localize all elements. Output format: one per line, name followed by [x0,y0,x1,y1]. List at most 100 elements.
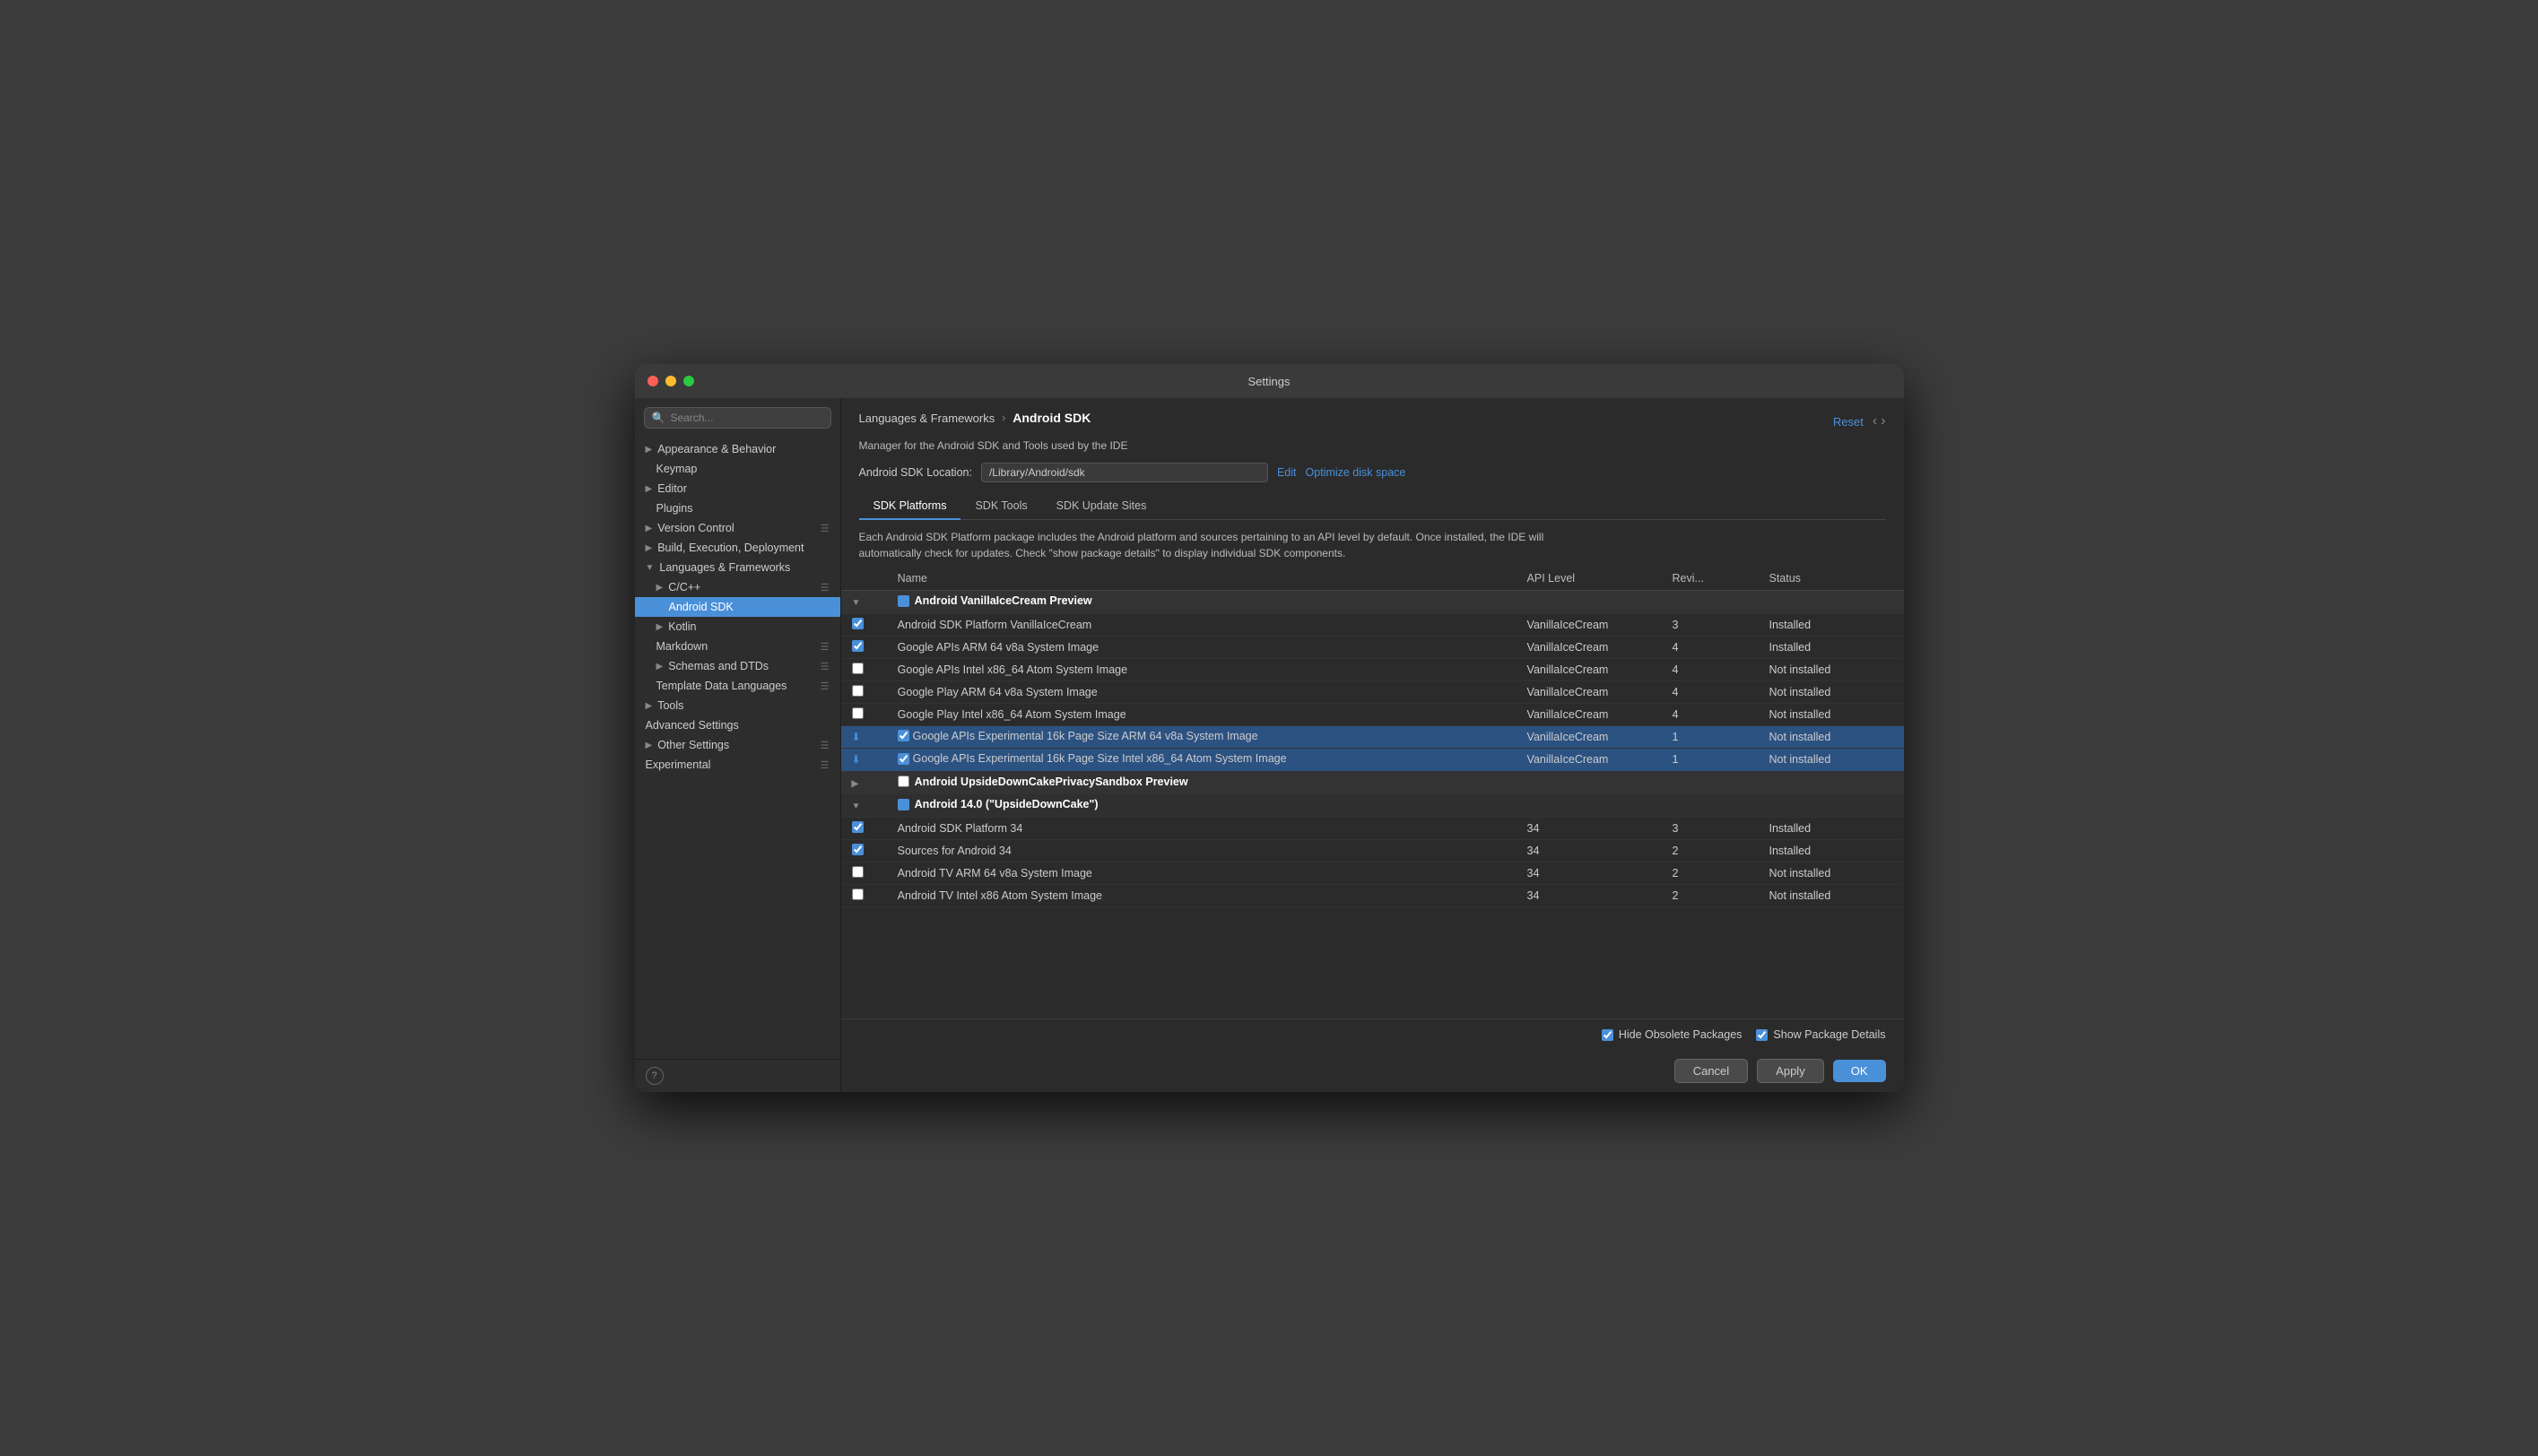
expand-cell[interactable]: ▼ [841,591,887,614]
chevron-right-icon: ▶ [646,484,653,494]
sdk-checkbox[interactable] [852,707,864,719]
sdk-checkbox[interactable] [852,844,864,855]
item-name: Google Play Intel x86_64 Atom System Ima… [887,703,1517,725]
sdk-location-input[interactable] [981,463,1268,482]
item-status: Installed [1758,817,1903,839]
sdk-checkbox[interactable] [852,640,864,652]
sidebar-item-appearance[interactable]: ▶ Appearance & Behavior [635,439,840,459]
sidebar-item-kotlin[interactable]: ▶ Kotlin [635,617,840,637]
checkbox-cell[interactable] [841,613,887,636]
search-input[interactable] [670,412,822,424]
sidebar-item-plugins[interactable]: Plugins [635,498,840,518]
sidebar-item-cpp[interactable]: ▶ C/C++ ☰ [635,577,840,597]
col-name-header[interactable]: Name [887,567,1517,591]
sidebar-item-android-sdk[interactable]: Android SDK [635,597,840,617]
sidebar-item-build[interactable]: ▶ Build, Execution, Deployment [635,538,840,558]
expand-cell[interactable]: ▶ [841,771,887,794]
item-name: Android TV Intel x86 Atom System Image [887,884,1517,906]
sdk-checkbox[interactable] [852,821,864,833]
checkbox-cell[interactable] [841,658,887,680]
col-rev-header[interactable]: Revi... [1662,567,1759,591]
checkbox-cell[interactable] [841,817,887,839]
search-box[interactable]: 🔍 [644,407,831,429]
item-rev: 4 [1662,703,1759,725]
forward-button[interactable]: › [1881,413,1885,429]
col-api-header[interactable]: API Level [1517,567,1662,591]
item-api: 34 [1517,862,1662,884]
tab-sdk-tools[interactable]: SDK Tools [960,493,1041,520]
sdk-checkbox[interactable] [852,685,864,697]
checkbox-cell[interactable] [841,839,887,862]
show-details-label[interactable]: Show Package Details [1756,1028,1885,1041]
sidebar-item-label: Build, Execution, Deployment [657,542,804,554]
sidebar-item-languages[interactable]: ▼ Languages & Frameworks [635,558,840,577]
sidebar-item-version-control[interactable]: ▶ Version Control ☰ [635,518,840,538]
expand-cell[interactable]: ▼ [841,794,887,818]
bottom-buttons: Cancel Apply OK [841,1050,1904,1092]
sidebar-item-experimental[interactable]: Experimental ☰ [635,755,840,775]
optimize-button[interactable]: Optimize disk space [1306,466,1406,479]
mixed-checkbox-icon[interactable] [898,595,909,607]
sdk-checkbox[interactable] [898,730,909,741]
reset-button[interactable]: Reset [1833,415,1864,429]
tab-sdk-platforms[interactable]: SDK Platforms [859,493,961,520]
sdk-checkbox[interactable] [852,618,864,629]
hide-obsolete-checkbox[interactable] [1602,1029,1613,1041]
sidebar-item-other[interactable]: ▶ Other Settings ☰ [635,735,840,755]
sidebar-item-editor[interactable]: ▶ Editor [635,479,840,498]
item-name: Google Play ARM 64 v8a System Image [887,680,1517,703]
ok-button[interactable]: OK [1833,1060,1886,1082]
close-button[interactable] [648,376,658,386]
sidebar: 🔍 ▶ Appearance & Behavior Keymap ▶ Edito… [635,398,841,1092]
tabs-row: SDK Platforms SDK Tools SDK Update Sites [859,493,1886,520]
show-details-checkbox[interactable] [1756,1029,1768,1041]
header-top-row: Languages & Frameworks › Android SDK Res… [859,411,1886,432]
help-button[interactable]: ? [646,1067,664,1085]
sdk-checkbox[interactable] [898,776,909,787]
item-rev: 2 [1662,862,1759,884]
hide-obsolete-label[interactable]: Hide Obsolete Packages [1602,1028,1743,1041]
sdk-checkbox[interactable] [852,663,864,674]
checkbox-cell[interactable]: ⬇ [841,725,887,749]
mixed-checkbox-icon[interactable] [898,799,909,810]
minimize-button[interactable] [665,376,676,386]
cancel-button[interactable]: Cancel [1674,1059,1748,1083]
sidebar-item-keymap[interactable]: Keymap [635,459,840,479]
sidebar-item-advanced[interactable]: Advanced Settings [635,715,840,735]
expand-icon[interactable]: ▶ [852,779,859,789]
settings-icon: ☰ [821,680,830,692]
sidebar-item-tools[interactable]: ▶ Tools [635,696,840,715]
checkbox-cell[interactable] [841,636,887,658]
item-name: Google APIs ARM 64 v8a System Image [887,636,1517,658]
checkbox-cell[interactable]: ⬇ [841,749,887,772]
maximize-button[interactable] [683,376,694,386]
settings-icon: ☰ [821,523,830,534]
group-rev [1662,794,1759,818]
edit-button[interactable]: Edit [1277,466,1297,479]
item-name: Google APIs Intel x86_64 Atom System Ima… [887,658,1517,680]
sidebar-item-template[interactable]: Template Data Languages ☰ [635,676,840,696]
checkbox-cell[interactable] [841,884,887,906]
checkbox-cell[interactable] [841,862,887,884]
col-status-header[interactable]: Status [1758,567,1903,591]
table-container[interactable]: Name API Level Revi... Status ▼ [841,567,1904,1018]
sdk-checkbox[interactable] [852,866,864,878]
back-button[interactable]: ‹ [1873,413,1877,429]
expand-icon[interactable]: ▼ [852,802,861,811]
tab-sdk-update-sites[interactable]: SDK Update Sites [1042,493,1161,520]
item-status: Not installed [1758,725,1903,749]
sidebar-item-schemas[interactable]: ▶ Schemas and DTDs ☰ [635,656,840,676]
apply-button[interactable]: Apply [1757,1059,1824,1083]
sidebar-item-markdown[interactable]: Markdown ☰ [635,637,840,656]
item-status: Installed [1758,636,1903,658]
sdk-checkbox[interactable] [898,753,909,765]
item-api: VanillaIceCream [1517,725,1662,749]
table-header-row: Name API Level Revi... Status [841,567,1904,591]
sdk-checkbox[interactable] [852,888,864,900]
expand-icon[interactable]: ▼ [852,598,861,608]
checkbox-cell[interactable] [841,703,887,725]
settings-window: Settings 🔍 ▶ Appearance & Behavior Keyma… [635,364,1904,1092]
checkbox-cell[interactable] [841,680,887,703]
item-status: Not installed [1758,862,1903,884]
sidebar-item-label: Plugins [656,502,693,515]
